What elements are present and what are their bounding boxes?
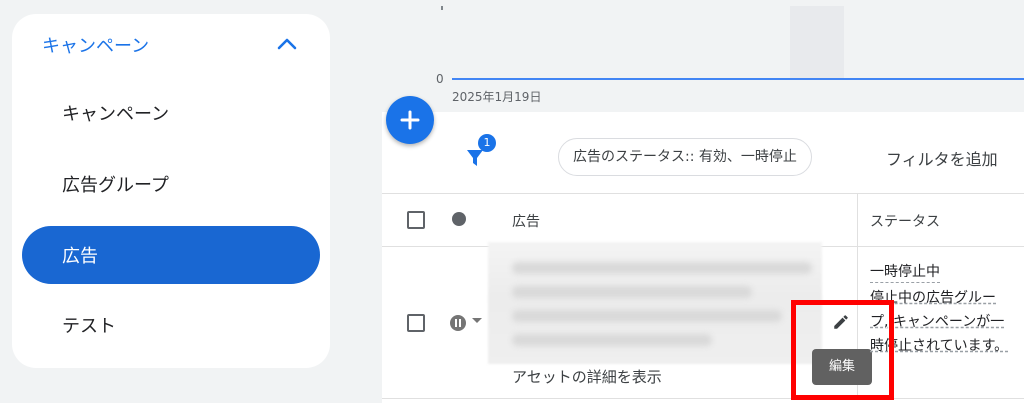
dropdown-arrow-icon[interactable] <box>472 318 482 323</box>
blurred-text-line <box>512 334 712 346</box>
sidebar-item-ad-groups[interactable]: 広告グループ <box>22 155 320 213</box>
blurred-text-line <box>512 310 782 322</box>
column-header-status[interactable]: ステータス <box>870 211 940 231</box>
add-button[interactable] <box>386 96 434 144</box>
sidebar-item-test[interactable]: テスト <box>22 296 320 354</box>
sidebar-section-campaign[interactable]: キャンペーン <box>12 14 330 74</box>
row-checkbox[interactable] <box>407 314 425 332</box>
sidebar-item-label: 広告グループ <box>62 175 169 196</box>
select-all-checkbox[interactable] <box>407 211 425 229</box>
pause-icon[interactable] <box>450 315 466 331</box>
chevron-up-icon[interactable] <box>276 36 298 52</box>
sidebar-item-label: テスト <box>62 316 116 337</box>
status-value[interactable]: 一時停止中 <box>870 262 940 283</box>
table-divider <box>382 398 1024 399</box>
performance-chart: 0 2025年1月19日 <box>380 0 1024 112</box>
chart-date-label: 2025年1月19日 <box>452 90 542 104</box>
chart-line <box>452 78 1024 80</box>
status-header-icon <box>452 212 466 226</box>
filter-chip-ad-status[interactable]: 広告のステータス:: 有効、一時停止 <box>558 138 812 176</box>
chart-tick <box>441 6 443 10</box>
sidebar-item-campaigns[interactable]: キャンペーン <box>22 84 320 142</box>
sidebar: キャンペーン キャンペーン 広告グループ 広告 テスト <box>12 14 330 368</box>
table-divider <box>382 193 1024 194</box>
add-icon <box>400 110 420 130</box>
chart-highlight-bar <box>790 6 844 78</box>
edit-tooltip: 編集 <box>812 349 872 385</box>
filter-count-badge: 1 <box>478 134 496 152</box>
sidebar-section-label: キャンペーン <box>42 36 150 57</box>
blurred-text-line <box>512 286 752 298</box>
blurred-text-line <box>512 262 812 274</box>
sidebar-item-ads[interactable]: 広告 <box>22 226 320 284</box>
chart-axis-zero: 0 <box>436 72 444 86</box>
column-header-ad[interactable]: 広告 <box>512 211 540 231</box>
add-filter-button[interactable]: フィルタを追加 <box>886 146 998 170</box>
sidebar-item-label: キャンペーン <box>62 104 170 125</box>
status-detail-text: 停止中の広告グループ, キャンペーンが一時停止されています。 <box>870 290 1009 354</box>
sidebar-item-label: 広告 <box>62 246 98 267</box>
edit-pencil-icon[interactable] <box>832 313 850 331</box>
view-asset-details-link[interactable]: アセットの詳細を表示 <box>512 366 662 387</box>
